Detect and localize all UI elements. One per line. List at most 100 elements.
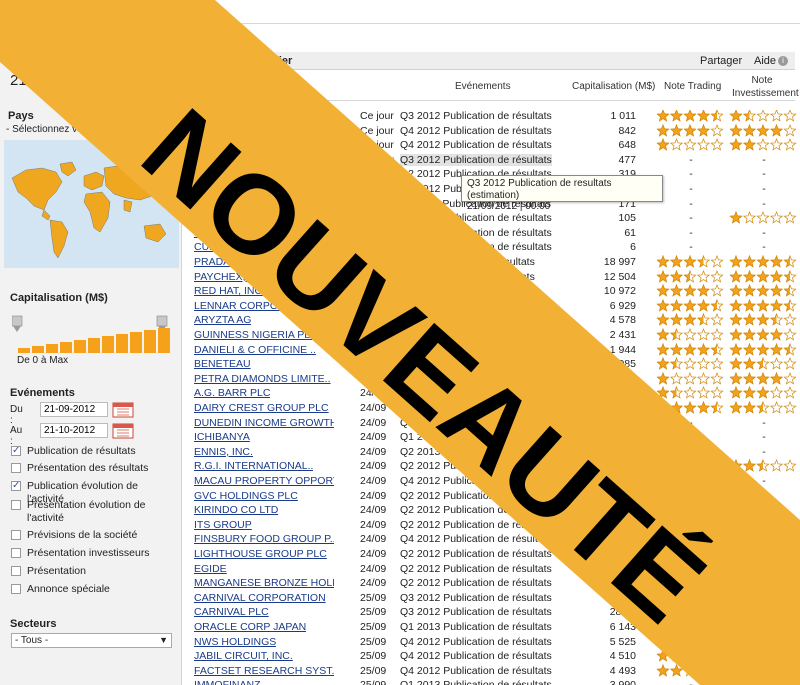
event-label[interactable]: Q1 2013 Publication de résultats	[400, 431, 552, 443]
company-link[interactable]: LIGHTHOUSE GROUP PLC	[194, 548, 327, 560]
company-link[interactable]: JEAN	[194, 227, 221, 239]
table-row[interactable]: DUNEDIN INCOME GROWTH.. 24/09 Q2 2012 Publ…	[192, 417, 797, 432]
event-label[interactable]: Q3 2012 Publication de résultats	[400, 592, 552, 604]
table-row[interactable]: REA.. Ce jour Q3 2012 Publication de résul…	[192, 153, 797, 169]
event-label[interactable]: Q2 2012 Publication de résultats	[400, 417, 552, 429]
event-label[interactable]: Q2 2012 Publication de résultats	[400, 490, 552, 502]
company-link[interactable]: ITS GROUP	[194, 519, 252, 531]
table-row[interactable]: CARNIVAL CORPORATION 25/09 Q3 2012 Publica…	[192, 592, 797, 607]
company-link[interactable]: DANIELI & C OFFICINE ..	[194, 344, 316, 356]
event-label[interactable]: Publication de résultats	[400, 373, 509, 385]
table-row[interactable]: DAIRY CREST GROUP PLC 24/09 Publication de…	[192, 401, 797, 417]
company-link[interactable]: CARNIVAL PLC	[194, 606, 269, 618]
column-header-cap[interactable]: Capitalisation (M$)	[572, 81, 655, 92]
company-link[interactable]: ORACLE CORP JAPAN	[194, 621, 306, 633]
company-link[interactable]: RED HAT, INC.	[194, 285, 265, 297]
event-label[interactable]: Q2 2012 Publication de résultats	[400, 519, 552, 531]
event-label[interactable]: Q3 2012 Publication de résultats	[400, 110, 552, 122]
checkbox[interactable]	[11, 500, 21, 510]
secteurs-select[interactable]: - Tous - ▼	[11, 633, 172, 648]
table-row[interactable]: FINSBURY FOOD GROUP P.. 24/09 Q4 2012 Publ…	[192, 533, 797, 548]
company-link[interactable]: DUNEDIN INCOME GROWTH..	[194, 417, 334, 429]
company-link[interactable]: MANGANESE BRONZE HOLD..	[194, 577, 334, 589]
event-label[interactable]: Q4 2012 Publication de résultats	[400, 125, 552, 137]
checkbox[interactable]	[11, 584, 21, 594]
company-link[interactable]: IMMOFINANZ	[194, 679, 261, 685]
table-row[interactable]: MACAU PROPERTY OPPORT.. 24/09 Q4 2012 Publ…	[192, 475, 797, 490]
world-map[interactable]	[4, 140, 179, 268]
company-link[interactable]: R.G.I. INTERNATIONAL..	[194, 460, 313, 472]
table-row[interactable]: R.G.I. INTERNATIONAL.. 24/09 Q2 2012 Publi…	[192, 459, 797, 475]
event-label[interactable]: Publication de résultats	[400, 285, 509, 297]
table-row[interactable]: ARYZTA AG Publication de résultats 4 578	[192, 313, 797, 329]
info-icon[interactable]: i	[778, 56, 788, 66]
company-link[interactable]: REA..	[194, 154, 221, 166]
pays-select[interactable]: - Sélectionnez vos pay	[4, 124, 179, 138]
company-link[interactable]: GUINNESS NIGERIA PLC	[194, 329, 318, 341]
company-link[interactable]: FINSBURY FOOD GROUP P..	[194, 533, 334, 545]
event-label[interactable]: Q4 2012 Publication de résultats	[400, 665, 552, 677]
company-link[interactable]: DING	[194, 139, 220, 151]
table-row[interactable]: CUISINE Q4 2012 Publication de résultats 6…	[192, 241, 797, 256]
company-link[interactable]: ENNIS, INC.	[194, 446, 253, 458]
company-link[interactable]: GVC HOLDINGS PLC	[194, 490, 298, 502]
table-row[interactable]: JEAN jour Q4 2012 Publication de résultats…	[192, 227, 797, 242]
economic-link[interactable]: e Economique	[140, 7, 210, 19]
event-label[interactable]: Q4 2012 Publication de résultats	[400, 636, 552, 648]
company-link[interactable]: ARYZTA AG	[194, 314, 251, 326]
company-link[interactable]: CUISINE	[194, 241, 237, 253]
company-link[interactable]: FACTSET RESEARCH SYST..	[194, 665, 334, 677]
company-link[interactable]: ICHIBANYA	[194, 431, 250, 443]
event-label[interactable]: Q4 2012 Publication de résultats	[400, 475, 552, 487]
event-label[interactable]: Q4 2012 Publication de résultats	[400, 227, 552, 239]
table-row[interactable]: PAYCHEX, INC. 2013 Publication de résulta…	[192, 269, 797, 286]
table-row[interactable]: DING Ce jour Q4 2012 Publication de résult…	[192, 138, 797, 154]
event-label[interactable]: Q3 2012 Publication de résultats	[400, 153, 552, 166]
company-link[interactable]: CARNIVAL CORPORATION	[194, 592, 326, 604]
company-link[interactable]: KIRINDO CO LTD	[194, 504, 278, 516]
table-row[interactable]: ICHIBANYA 24/09 Q1 2013 Publication de rés…	[192, 431, 797, 446]
table-row[interactable]: ORACLE CORP JAPAN 25/09 Q1 2013 Publicatio…	[192, 621, 797, 636]
share-link[interactable]: Partager	[700, 55, 742, 67]
checkbox[interactable]	[11, 548, 21, 558]
table-row[interactable]: FACTSET RESEARCH SYST.. 25/09 Q4 2012 Publ…	[192, 663, 797, 680]
company-link[interactable]: A.G. BARR PLC	[194, 387, 270, 399]
calendar-icon[interactable]	[112, 400, 134, 418]
company-link[interactable]: BENETEAU	[194, 358, 251, 370]
event-label[interactable]: Q4 2012 Publication de résultats	[400, 650, 552, 662]
table-row[interactable]: PETRA DIAMONDS LIMITE.. 24/Publication de…	[192, 371, 797, 388]
table-row[interactable]: A.G. BARR PLC 24/09 Publication de résulta…	[192, 386, 797, 402]
table-row[interactable]: ENNIS, INC. 24/09 Q2 2013 Publication de r…	[192, 446, 797, 461]
table-row[interactable]: GUINNESS NIGERIA PLC Publication de résul…	[192, 328, 797, 344]
checkbox[interactable]	[11, 463, 21, 473]
company-link[interactable]: EGIDE	[194, 563, 227, 575]
company-link[interactable]: S	[194, 212, 201, 224]
table-row[interactable]: GVC HOLDINGS PLC 24/09 Q2 2012 Publication…	[192, 490, 797, 505]
company-link[interactable]: PAYCHEX, INC.	[194, 271, 269, 283]
help-link[interactable]: Aide	[754, 55, 776, 67]
checkbox[interactable]	[11, 566, 21, 576]
company-link[interactable]: NWS HOLDINGS	[194, 636, 276, 648]
cap-slider[interactable]	[11, 310, 172, 354]
calendar-icon[interactable]	[112, 421, 134, 439]
event-label[interactable]: Q3 2012 Publication de résultats	[400, 606, 552, 618]
table-row[interactable]: S Ce jour Q1 2013 Publication de résultats…	[192, 211, 797, 227]
event-label[interactable]: Q2 2012 Publication de résultats	[400, 563, 552, 575]
date-from-input[interactable]	[40, 402, 108, 417]
column-header-invest[interactable]: Note Investissement	[732, 74, 799, 100]
table-row[interactable]: BENETEAU Publication de résultats 985	[192, 357, 797, 373]
table-row[interactable]: KIRINDO CO LTD 24/09 Q2 2012 Publication d…	[192, 504, 797, 519]
company-link[interactable]: PETRA DIAMONDS LIMITE..	[194, 373, 331, 385]
company-link[interactable]: JABIL CIRCUIT, INC.	[194, 650, 293, 662]
column-header-events[interactable]: Evénements	[455, 81, 511, 92]
checkbox[interactable]	[11, 444, 21, 457]
table-row[interactable]: TMENTS L. Ce jour Q4 2012 Publication de r…	[192, 123, 797, 140]
table-row[interactable]: PRADA SPA 2012 Publication de résultats 18…	[192, 255, 797, 271]
checkbox[interactable]	[11, 479, 21, 492]
event-label[interactable]: Q2 2013 Publication de résultats	[400, 446, 552, 458]
event-label[interactable]: Q4 2012 Publication de résultats	[400, 533, 552, 545]
company-link[interactable]: MACAU PROPERTY OPPORT..	[194, 475, 334, 487]
event-label[interactable]: Publication de résultats	[400, 358, 509, 370]
checkbox[interactable]	[11, 530, 21, 540]
date-to-input[interactable]	[40, 423, 108, 438]
